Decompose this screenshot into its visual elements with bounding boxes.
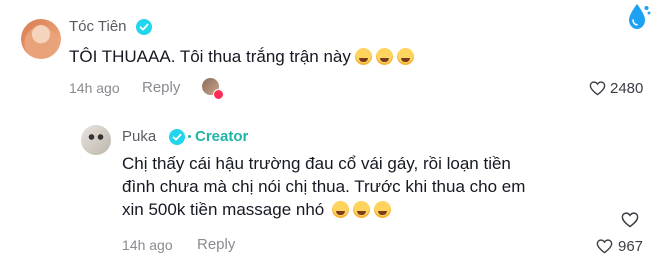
- reply-text-line: đình chưa mà chị nói chị thua. Trước khi…: [122, 177, 526, 196]
- reply-text: Chị thấy cái hậu trường đau cổ vái gáy, …: [122, 152, 525, 221]
- heart-outline-icon[interactable]: [589, 81, 606, 96]
- water-drop-icon[interactable]: [622, 0, 652, 34]
- comment-username[interactable]: Tóc Tiên: [69, 18, 127, 35]
- crying-face-icon: [375, 48, 393, 65]
- reply-text-line: xin 500k tiền massage nhó: [122, 200, 325, 219]
- reply-text-line-last: xin 500k tiền massage nhó: [122, 198, 525, 221]
- laughing-face-icon: [353, 201, 371, 218]
- reply-text-line: Chị thấy cái hậu trường đau cổ vái gáy, …: [122, 154, 511, 173]
- reply-button[interactable]: Reply: [197, 236, 235, 253]
- heart-outline-icon[interactable]: [621, 212, 639, 228]
- heart-outline-icon[interactable]: [596, 239, 613, 254]
- crying-face-icon: [396, 48, 414, 65]
- laughing-face-icon: [374, 201, 392, 218]
- creator-badge: Creator: [195, 128, 249, 145]
- reply-button[interactable]: Reply: [142, 79, 180, 96]
- crying-face-icon: [354, 48, 372, 65]
- dot-separator: [188, 135, 191, 138]
- like-count: 967: [618, 238, 644, 255]
- laughing-face-icon: [332, 201, 350, 218]
- comment-text-body: TÔI THUAAA. Tôi thua trắng trận này: [69, 47, 351, 66]
- verified-icon: [169, 129, 185, 145]
- comment-text: TÔI THUAAA. Tôi thua trắng trận này: [69, 45, 414, 68]
- like-count: 2480: [610, 80, 644, 97]
- reply-time: 14h ago: [122, 237, 173, 253]
- verified-icon: [136, 19, 152, 35]
- heart-badge-icon: [213, 89, 224, 100]
- avatar-toc-tien[interactable]: [21, 19, 61, 59]
- avatar-puka[interactable]: [81, 125, 111, 155]
- comment-time: 14h ago: [69, 80, 120, 96]
- reply-username[interactable]: Puka: [122, 128, 156, 145]
